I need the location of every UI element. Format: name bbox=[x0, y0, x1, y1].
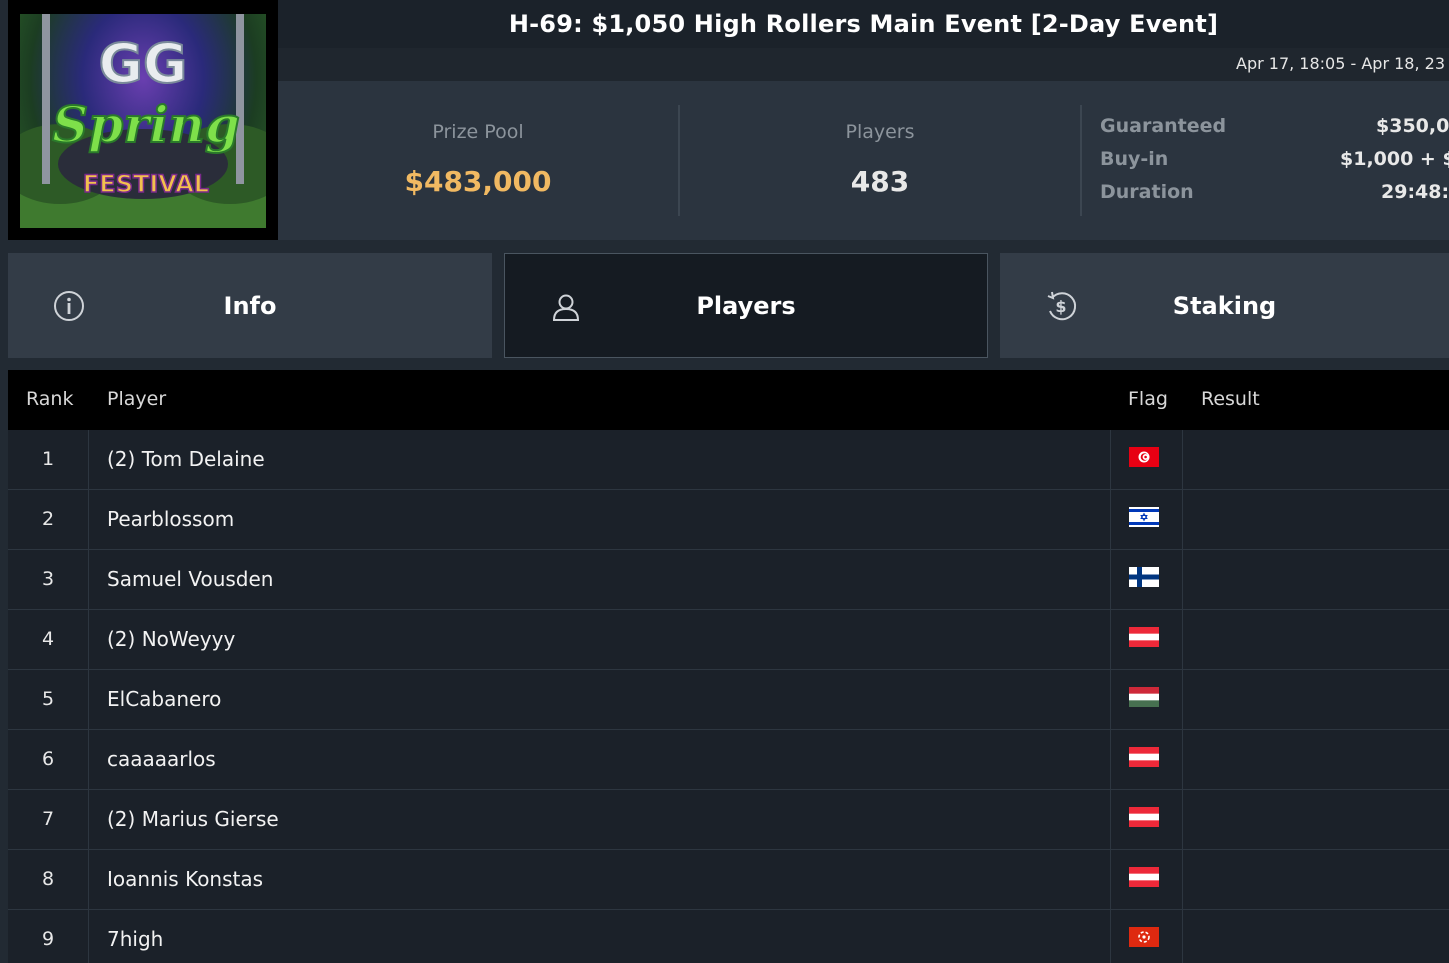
rank-cell: 1 bbox=[8, 430, 89, 490]
player-name[interactable]: caaaaarlos bbox=[107, 730, 216, 789]
player-name[interactable]: Ioannis Konstas bbox=[107, 850, 263, 909]
tab-staking-label: Staking bbox=[1172, 291, 1277, 320]
duration-row: Duration 29:48:! bbox=[1100, 181, 1449, 209]
guaranteed-label: Guaranteed bbox=[1100, 115, 1227, 137]
table-row[interactable]: 3Samuel Vousden$49,412.6 bbox=[8, 550, 1449, 610]
table-row[interactable]: 8Ioannis Konstas$11,717.5 bbox=[8, 850, 1449, 910]
flag-israel-icon bbox=[1129, 507, 1159, 527]
svg-text:GG: GG bbox=[99, 32, 188, 95]
prize-pool-stat: Prize Pool $483,000 bbox=[278, 81, 678, 240]
player-name[interactable]: 7high bbox=[107, 910, 163, 963]
buyin-value: $1,000 + $! bbox=[1340, 148, 1449, 170]
prize-pool-value: $483,000 bbox=[404, 165, 552, 198]
players-stat: Players 483 bbox=[680, 81, 1080, 240]
table-row[interactable]: 6caaaaarlos$20,837.1 bbox=[8, 730, 1449, 790]
tab-players[interactable]: Players bbox=[504, 253, 988, 358]
svg-text:Spring: Spring bbox=[52, 95, 240, 154]
duration-label: Duration bbox=[1100, 181, 1194, 203]
event-dates: Apr 17, 18:05 - Apr 18, 23 bbox=[1236, 54, 1446, 73]
flag-cell bbox=[1110, 790, 1183, 850]
header-result[interactable]: Result bbox=[1201, 388, 1260, 410]
table-row[interactable]: 2Pearblossom$65,892.8 bbox=[8, 490, 1449, 550]
flag-finland-icon bbox=[1129, 567, 1159, 587]
flag-austria-icon bbox=[1129, 627, 1159, 647]
flag-cell bbox=[1110, 610, 1183, 670]
flag-tunisia-icon bbox=[1129, 447, 1159, 467]
flag-austria-icon bbox=[1129, 747, 1159, 767]
guaranteed-value: $350,0( bbox=[1376, 115, 1449, 137]
flag-hong-kong-icon bbox=[1129, 927, 1159, 947]
tab-info-label: Info bbox=[223, 291, 277, 320]
header-flag[interactable]: Flag bbox=[1128, 388, 1168, 410]
event-details: Guaranteed $350,0( Buy-in $1,000 + $! Du… bbox=[1100, 81, 1449, 240]
rank-cell: 7 bbox=[8, 790, 89, 850]
player-name[interactable]: (2) NoWeyyy bbox=[107, 610, 235, 669]
flag-hungary-icon bbox=[1129, 687, 1159, 707]
svg-text:FESTIVAL: FESTIVAL bbox=[83, 170, 209, 198]
table-row[interactable]: 7(2) Marius Gierse$15,625.6 bbox=[8, 790, 1449, 850]
player-name[interactable]: Pearblossom bbox=[107, 490, 234, 549]
rank-cell: 5 bbox=[8, 670, 89, 730]
players-value: 483 bbox=[850, 165, 910, 198]
buyin-row: Buy-in $1,000 + $! bbox=[1100, 148, 1449, 176]
gg-spring-festival-logo: GG Spring FESTIVAL bbox=[20, 14, 266, 228]
rank-cell: 2 bbox=[8, 490, 89, 550]
table-header: Rank Player Flag Result bbox=[8, 370, 1449, 430]
header-player[interactable]: Player bbox=[107, 388, 166, 410]
stats-divider bbox=[1080, 105, 1082, 216]
flag-cell bbox=[1110, 550, 1183, 610]
event-date-bar: Apr 17, 18:05 - Apr 18, 23 bbox=[278, 48, 1449, 81]
player-name[interactable]: Samuel Vousden bbox=[107, 550, 273, 609]
table-row[interactable]: 4(2) NoWeyyy$37,054.2 bbox=[8, 610, 1449, 670]
results-table: Rank Player Flag Result 1 (2) Tom Delaine… bbox=[8, 370, 1449, 963]
flag-cell bbox=[1110, 430, 1183, 490]
event-logo: GG Spring FESTIVAL bbox=[8, 0, 278, 240]
flag-cell bbox=[1110, 670, 1183, 730]
rank-cell: 6 bbox=[8, 730, 89, 790]
flag-cell bbox=[1110, 850, 1183, 910]
flag-cell bbox=[1110, 730, 1183, 790]
player-name[interactable]: (2) Tom Delaine bbox=[107, 430, 265, 489]
player-name[interactable]: (2) Marius Gierse bbox=[107, 790, 279, 849]
prize-pool-label: Prize Pool bbox=[432, 121, 524, 143]
event-title-bar: H-69: $1,050 High Rollers Main Event [2-… bbox=[278, 0, 1449, 48]
tab-players-label: Players bbox=[696, 291, 796, 320]
tab-info[interactable]: Info bbox=[8, 253, 492, 358]
table-row[interactable]: 97high$8,786.9 bbox=[8, 910, 1449, 963]
flag-austria-icon bbox=[1129, 867, 1159, 887]
rank-cell: 4 bbox=[8, 610, 89, 670]
rank-cell: 9 bbox=[8, 910, 89, 963]
rank-cell: 3 bbox=[8, 550, 89, 610]
flag-cell bbox=[1110, 490, 1183, 550]
table-row[interactable]: 5ElCabanero$27,786.7 bbox=[8, 670, 1449, 730]
players-label: Players bbox=[845, 121, 915, 143]
player-name[interactable]: ElCabanero bbox=[107, 670, 221, 729]
rank-cell: 8 bbox=[8, 850, 89, 910]
tab-staking[interactable]: $ Staking bbox=[1000, 253, 1449, 358]
event-stats-panel: Prize Pool $483,000 Players 483 Guarante… bbox=[278, 81, 1449, 240]
event-title: H-69: $1,050 High Rollers Main Event [2-… bbox=[508, 10, 1219, 38]
flag-austria-icon bbox=[1129, 807, 1159, 827]
flag-cell bbox=[1110, 910, 1183, 963]
table-row[interactable]: 1(2) Tom Delaine$87,869.7 bbox=[8, 430, 1449, 490]
guaranteed-row: Guaranteed $350,0( bbox=[1100, 115, 1449, 143]
duration-value: 29:48:! bbox=[1381, 181, 1449, 203]
buyin-label: Buy-in bbox=[1100, 148, 1169, 170]
header-rank[interactable]: Rank bbox=[26, 388, 73, 410]
